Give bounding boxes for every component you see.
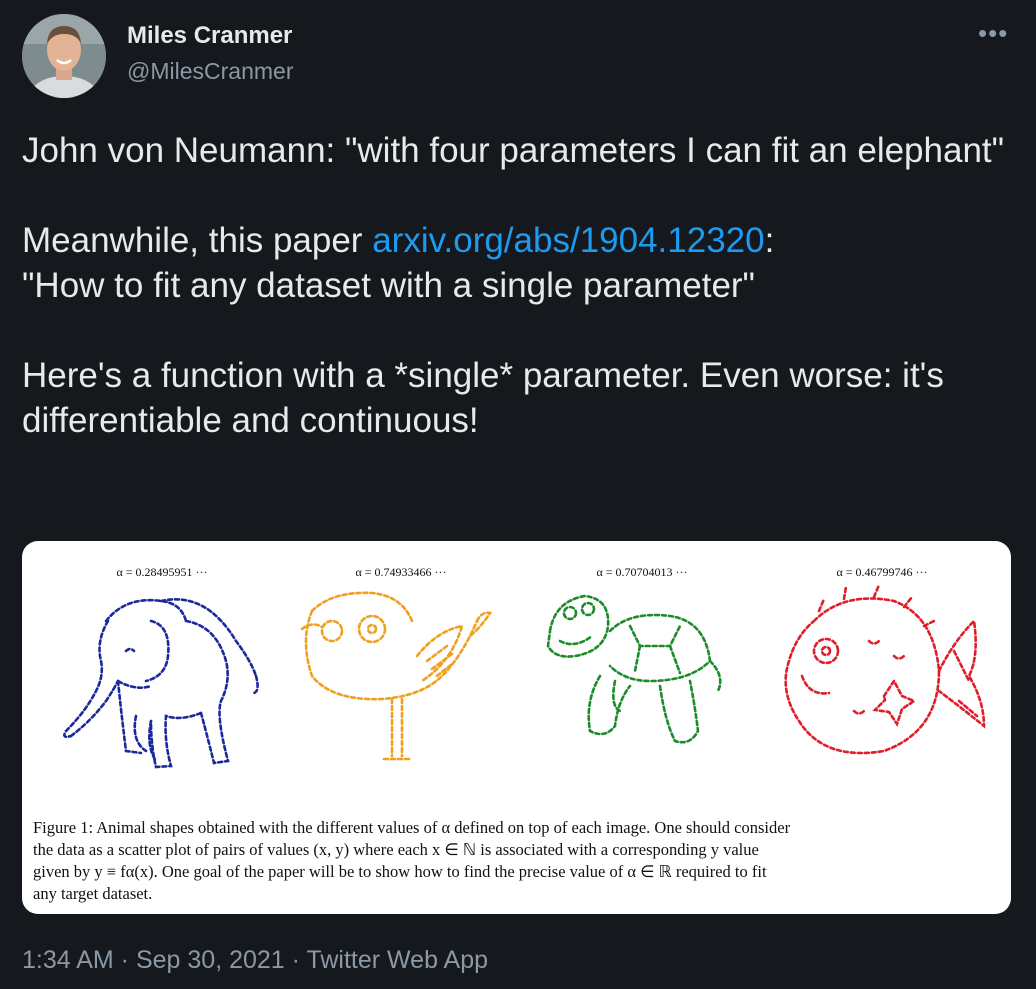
caption-line: the data as a scatter plot of pairs of v…: [33, 840, 759, 859]
alpha-label-fish: α = 0.46799746 ···: [836, 565, 928, 579]
more-horizontal-icon[interactable]: •••: [978, 18, 1008, 49]
separator: ·: [284, 946, 307, 974]
caption-line: Figure 1: Animal shapes obtained with th…: [33, 818, 791, 837]
alpha-label-elephant: α = 0.28495951 ···: [116, 565, 208, 579]
avatar[interactable]: [22, 14, 106, 98]
tweet-image[interactable]: α = 0.28495951 ··· α = 0.74933466 ··· α …: [22, 541, 1011, 914]
source-app-link[interactable]: Twitter Web App: [306, 946, 488, 974]
tweet-paragraph-1: John von Neumann: "with four parameters …: [22, 131, 1005, 170]
fish-drawing: [784, 583, 986, 755]
paragraph-text: Meanwhile, this paper: [22, 221, 373, 260]
arxiv-link[interactable]: arxiv.org/abs/1904.12320: [372, 221, 764, 260]
tweet: Miles Cranmer @MilesCranmer ••• John von…: [0, 0, 1036, 989]
tweet-paragraph-2: Meanwhile, this paper arxiv.org/abs/1904…: [22, 218, 1012, 308]
caption-line: given by y ≡ fα(x). One goal of the pape…: [33, 862, 767, 881]
tweet-date[interactable]: Sep 30, 2021: [136, 946, 285, 974]
avatar-photo: [22, 14, 106, 98]
elephant-drawing: [63, 598, 259, 769]
author-name[interactable]: Miles Cranmer: [127, 22, 292, 50]
caption-line: any target dataset.: [33, 884, 153, 903]
bird-drawing: [300, 591, 493, 761]
tweet-paragraph-3: Here's a function with a *single* parame…: [22, 356, 944, 440]
paper-title-quote: "How to fit any dataset with a single pa…: [22, 266, 755, 305]
alpha-label-bird: α = 0.74933466 ···: [355, 565, 447, 579]
turtle-drawing: [546, 594, 722, 744]
paragraph-text: :: [764, 221, 775, 260]
tweet-text: John von Neumann: "with four parameters …: [22, 128, 1012, 488]
author-handle[interactable]: @MilesCranmer: [127, 58, 293, 85]
tweet-time[interactable]: 1:34 AM: [22, 946, 114, 974]
tweet-metadata: 1:34 AM · Sep 30, 2021 · Twitter Web App: [22, 946, 488, 975]
figure-caption: Figure 1: Animal shapes obtained with th…: [33, 817, 995, 905]
alpha-label-turtle: α = 0.70704013 ···: [596, 565, 688, 579]
separator: ·: [113, 946, 136, 974]
